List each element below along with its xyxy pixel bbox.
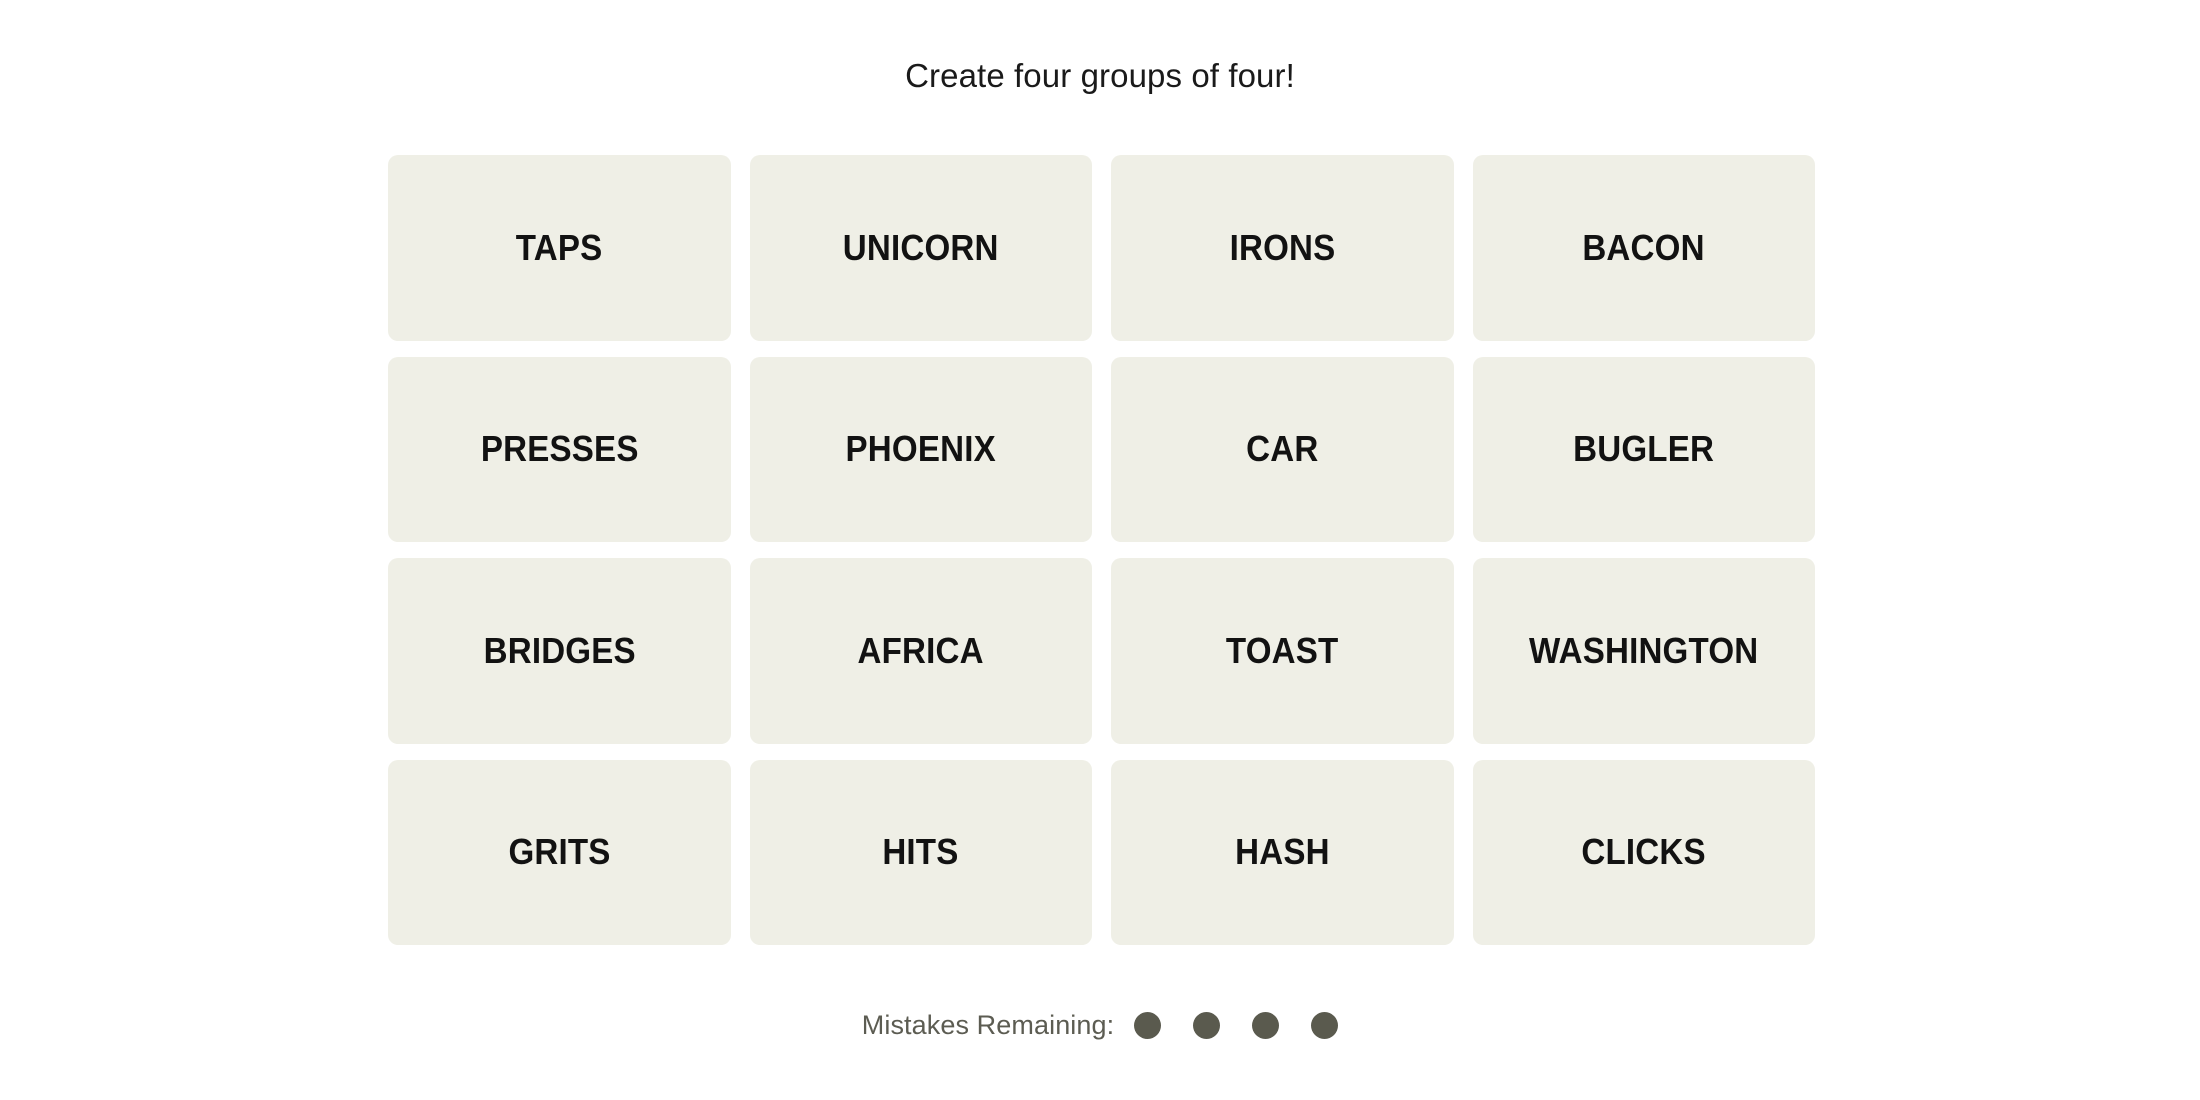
word-tile-label: HASH <box>1234 831 1330 873</box>
word-tile[interactable]: HASH <box>1111 759 1454 945</box>
word-tile[interactable]: CAR <box>1111 356 1454 542</box>
mistakes-dots <box>1134 1012 1339 1039</box>
word-tile-label: GRITS <box>508 831 611 873</box>
page-title-text: Create four groups of four! <box>905 57 1295 94</box>
word-tile[interactable]: GRITS <box>388 759 731 945</box>
word-tile-label: BUGLER <box>1573 428 1715 470</box>
puzzle-grid: TAPS UNICORN IRONS BACON PRESSES PHOENIX… <box>388 155 1815 945</box>
word-tile-label: TAPS <box>515 226 603 268</box>
word-tile-label: IRONS <box>1229 226 1336 268</box>
connections-game-page: Create four groups of four! TAPS UNICORN… <box>0 0 2200 1100</box>
word-tile[interactable]: PRESSES <box>388 356 731 542</box>
word-tile-label: CLICKS <box>1581 831 1706 873</box>
word-tile[interactable]: CLICKS <box>1472 759 1815 945</box>
mistakes-remaining-label: Mistakes Remaining: <box>861 1010 1115 1040</box>
word-tile-label: BACON <box>1582 226 1705 268</box>
mistake-dot <box>1252 1012 1280 1039</box>
word-tile[interactable]: HITS <box>749 759 1092 945</box>
word-tile-label: TOAST <box>1225 629 1339 671</box>
mistake-dot <box>1311 1012 1339 1039</box>
word-tile-label: CAR <box>1246 428 1319 470</box>
word-tile[interactable]: BACON <box>1472 155 1815 341</box>
word-tile[interactable]: PHOENIX <box>749 356 1092 542</box>
mistake-dot <box>1193 1012 1221 1039</box>
word-tile-label: AFRICA <box>857 629 984 671</box>
word-tile[interactable]: WASHINGTON <box>1472 558 1815 744</box>
word-tile[interactable]: BRIDGES <box>388 558 731 744</box>
word-tile[interactable]: TAPS <box>388 155 731 341</box>
word-tile[interactable]: BUGLER <box>1472 356 1815 542</box>
word-tile-label: PRESSES <box>480 428 639 470</box>
mistake-dot <box>1134 1012 1162 1039</box>
word-tile[interactable]: AFRICA <box>749 558 1092 744</box>
word-tile[interactable]: TOAST <box>1111 558 1454 744</box>
word-tile[interactable]: IRONS <box>1111 155 1454 341</box>
word-tile-label: UNICORN <box>842 226 999 268</box>
word-tile-label: PHOENIX <box>845 428 996 470</box>
word-tile-label: WASHINGTON <box>1529 629 1759 671</box>
word-tile-label: BRIDGES <box>483 629 636 671</box>
mistakes-remaining: Mistakes Remaining: <box>0 1012 2200 1039</box>
word-tile-label: HITS <box>882 831 959 873</box>
word-tile[interactable]: UNICORN <box>749 155 1092 341</box>
page-title: Create four groups of four! <box>0 56 2200 96</box>
